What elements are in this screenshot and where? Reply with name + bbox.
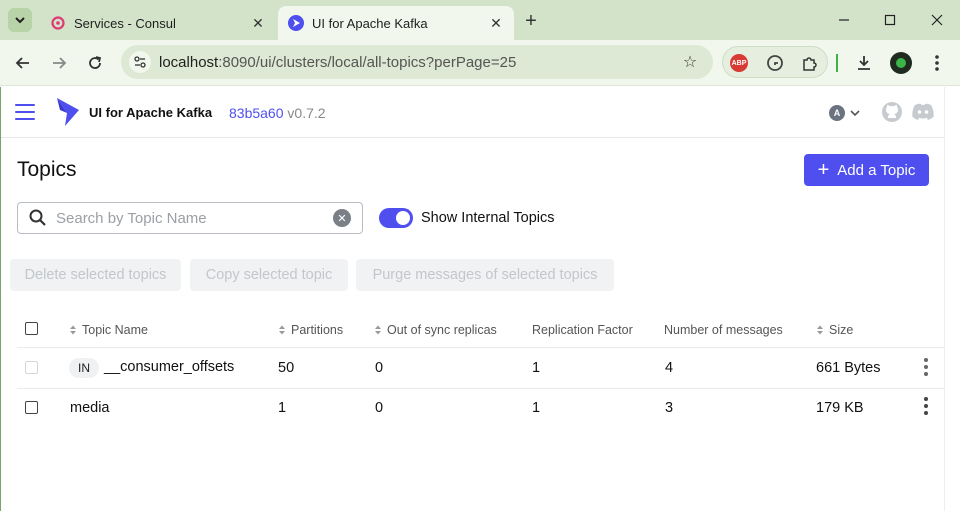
consul-icon: [50, 15, 66, 31]
download-icon[interactable]: [853, 52, 875, 74]
messages-cell: 3: [665, 400, 674, 416]
site-info-icon[interactable]: [129, 51, 151, 73]
profile-avatar[interactable]: [890, 52, 912, 74]
tab-title: Services - Consul: [74, 15, 176, 31]
row-actions-icon[interactable]: [923, 358, 929, 376]
page-title: Topics: [17, 158, 77, 181]
github-icon[interactable]: [881, 101, 903, 123]
user-avatar: A: [829, 105, 845, 121]
row-checkbox[interactable]: [25, 401, 38, 414]
tab-kafka-ui[interactable]: UI for Apache Kafka ✕: [278, 6, 514, 40]
purge-messages-button[interactable]: Purge messages of selected topics: [356, 259, 614, 291]
show-internal-toggle[interactable]: [379, 208, 413, 228]
window-border: [0, 87, 1, 511]
divider: [17, 347, 944, 348]
size-cell: 661 Bytes: [816, 360, 881, 376]
browser-toolbar: localhost:8090/ui/clusters/local/all-top…: [0, 40, 960, 86]
partitions-cell: 50: [278, 360, 295, 376]
app-name[interactable]: UI for Apache Kafka: [89, 105, 212, 120]
separator: [836, 54, 838, 72]
version-label: v0.7.2: [287, 105, 326, 121]
select-all-checkbox[interactable]: [25, 322, 38, 335]
sort-icon: [279, 325, 285, 335]
kafka-ui-logo-icon[interactable]: [55, 96, 83, 128]
column-header-size[interactable]: Size: [816, 323, 853, 337]
close-tab-icon[interactable]: ✕: [248, 13, 268, 33]
menu-icon[interactable]: [15, 104, 35, 120]
show-internal-label: Show Internal Topics: [421, 210, 555, 226]
partitions-cell: 1: [278, 400, 287, 416]
messages-cell: 4: [665, 360, 674, 376]
copy-selected-button[interactable]: Copy selected topic: [190, 259, 348, 291]
out-of-sync-cell: 0: [375, 400, 384, 416]
adblock-plus-icon[interactable]: ABP: [728, 52, 750, 74]
extensions-puzzle-icon[interactable]: [799, 52, 821, 74]
close-window-icon[interactable]: [925, 8, 949, 32]
app-header: UI for Apache Kafka 83b5a60 v0.7.2 A: [0, 87, 944, 138]
column-header-partitions[interactable]: Partitions: [278, 323, 343, 337]
tab-consul[interactable]: Services - Consul ✕: [40, 6, 276, 40]
reload-icon[interactable]: [82, 50, 108, 76]
close-tab-icon[interactable]: ✕: [486, 13, 506, 33]
address-bar[interactable]: localhost:8090/ui/clusters/local/all-top…: [121, 45, 713, 79]
more-vert-icon[interactable]: [926, 52, 948, 74]
delete-selected-button[interactable]: Delete selected topics: [10, 259, 181, 291]
page-scrollbar[interactable]: [944, 87, 960, 511]
forward-icon[interactable]: [46, 50, 72, 76]
topic-search: ✕: [17, 202, 363, 234]
column-header-topic-name[interactable]: Topic Name: [69, 323, 148, 337]
out-of-sync-cell: 0: [375, 360, 384, 376]
column-header-out-of-sync[interactable]: Out of sync replicas: [374, 323, 497, 337]
clear-search-icon[interactable]: ✕: [333, 209, 351, 227]
replication-cell: 1: [532, 360, 541, 376]
commit-link[interactable]: 83b5a60: [229, 105, 284, 121]
column-header-number-of-messages: Number of messages: [664, 323, 783, 337]
plus-icon: +: [817, 159, 830, 181]
topic-name-link[interactable]: media: [70, 400, 110, 416]
back-icon[interactable]: [10, 50, 36, 76]
add-topic-button[interactable]: + Add a Topic: [804, 154, 929, 186]
new-tab-button[interactable]: +: [520, 10, 542, 32]
browser-tabstrip: Services - Consul ✕ UI for Apache Kafka …: [0, 0, 960, 40]
maximize-icon[interactable]: [878, 8, 902, 32]
sort-icon: [817, 325, 823, 335]
grammarly-icon[interactable]: [764, 52, 786, 74]
tab-title: UI for Apache Kafka: [312, 15, 428, 31]
sort-icon: [375, 325, 381, 335]
tab-search-button[interactable]: [8, 8, 32, 32]
extensions-group: ABP: [722, 46, 828, 78]
replication-cell: 1: [532, 400, 541, 416]
version-info: 83b5a60 v0.7.2: [229, 105, 326, 121]
minimize-icon[interactable]: [832, 8, 856, 32]
row-actions-icon[interactable]: [923, 397, 929, 415]
bookmark-star-icon[interactable]: ☆: [679, 51, 701, 73]
search-icon: [29, 209, 46, 226]
add-topic-label: Add a Topic: [837, 161, 916, 179]
size-cell: 179 KB: [816, 400, 864, 416]
search-input[interactable]: [56, 209, 333, 227]
kafka-ui-icon: [288, 15, 304, 31]
url-text: localhost:8090/ui/clusters/local/all-top…: [159, 53, 517, 71]
chevron-down-icon: [15, 17, 25, 24]
user-menu[interactable]: A: [829, 105, 861, 121]
discord-icon[interactable]: [911, 101, 935, 123]
divider: [17, 388, 944, 389]
column-header-replication-factor: Replication Factor: [532, 323, 633, 337]
sort-icon: [70, 325, 76, 335]
row-checkbox: [25, 361, 38, 374]
chevron-down-icon: [850, 110, 860, 117]
internal-badge: IN: [69, 358, 99, 378]
topic-name-link[interactable]: __consumer_offsets: [104, 359, 234, 375]
